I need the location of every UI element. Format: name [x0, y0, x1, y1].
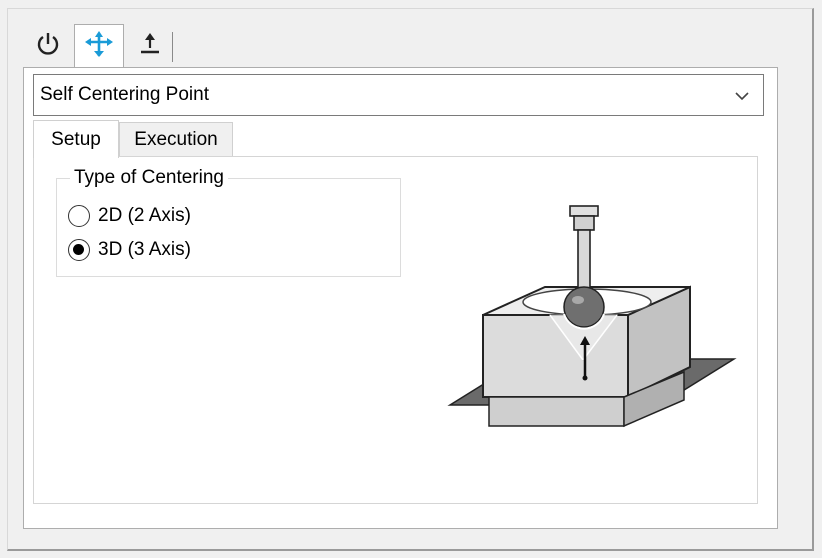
radio-3d-label: 3D (3 Axis): [98, 239, 191, 260]
tab-execution-label: Execution: [134, 129, 218, 150]
upload-icon: [137, 31, 163, 62]
chevron-down-icon[interactable]: [735, 88, 749, 106]
tab-setup[interactable]: Setup: [33, 120, 119, 158]
power-icon: [36, 31, 60, 62]
tab-upload[interactable]: [127, 26, 173, 66]
tab-separator: [172, 32, 173, 62]
method-select[interactable]: Self Centering Point: [33, 74, 764, 116]
tab-probe[interactable]: [74, 24, 124, 68]
self-centering-diagram: [447, 202, 737, 437]
tab-power[interactable]: [28, 26, 68, 66]
tab-execution[interactable]: Execution: [119, 122, 233, 157]
radio-selected-dot: [73, 244, 84, 255]
radio-2d-label: 2D (2 Axis): [98, 205, 191, 226]
tab-setup-label: Setup: [51, 128, 101, 150]
radio-2d-button[interactable]: [68, 205, 90, 227]
centering-type-legend: Type of Centering: [70, 167, 228, 189]
move-probe-icon: [84, 29, 114, 64]
method-select-value: Self Centering Point: [40, 84, 209, 105]
radio-3d[interactable]: 3D (3 Axis): [68, 237, 191, 263]
radio-3d-button[interactable]: [68, 239, 90, 261]
radio-2d[interactable]: 2D (2 Axis): [68, 203, 191, 229]
